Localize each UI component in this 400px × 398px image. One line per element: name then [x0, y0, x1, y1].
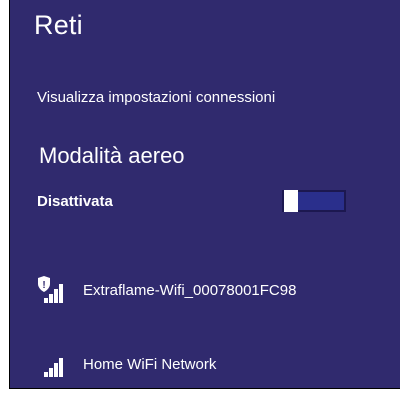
- wifi-secured-icon: !: [38, 276, 63, 303]
- airplane-mode-heading: Modalità aereo: [39, 143, 185, 168]
- svg-text:!: !: [42, 280, 45, 291]
- view-connection-settings-link[interactable]: Visualizza impostazioni connessioni: [37, 89, 275, 106]
- airplane-mode-toggle[interactable]: [282, 190, 346, 212]
- network-name: Extraflame-Wifi_00078001FC98: [83, 281, 297, 299]
- toggle-thumb[interactable]: [284, 190, 298, 212]
- networks-panel: Reti Visualizza impostazioni connessioni…: [9, 0, 400, 389]
- network-name: Home WiFi Network: [83, 355, 217, 373]
- network-item-extraflame[interactable]: ! Extraflame-Wifi_00078001FC98: [34, 276, 296, 304]
- airplane-mode-status: Disattivata: [37, 193, 113, 210]
- wifi-signal-icon: [44, 358, 63, 377]
- panel-title: Reti: [34, 10, 83, 40]
- network-item-home-wifi[interactable]: Home WiFi Network: [34, 350, 216, 378]
